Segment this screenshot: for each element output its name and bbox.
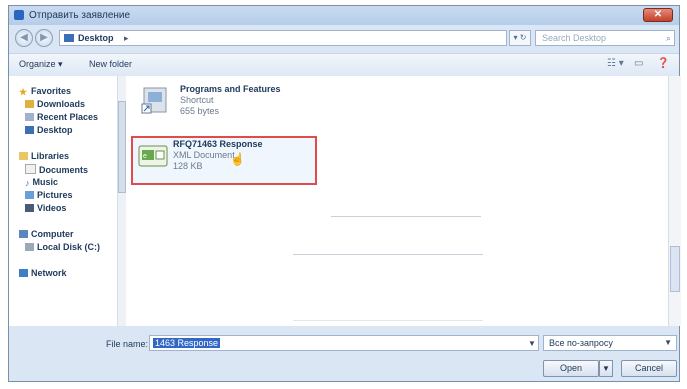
- pictures-icon: [25, 191, 34, 199]
- file-name: RFQ71463 Response: [173, 139, 263, 149]
- refresh-button[interactable]: ▾ ↻: [509, 30, 531, 46]
- file-list: Programs and Features Shortcut 655 bytes: [126, 76, 668, 326]
- svg-text:e: e: [143, 153, 147, 160]
- help-icon[interactable]: ❓: [657, 58, 669, 69]
- computer-icon: [19, 230, 28, 238]
- mouse-cursor-icon: ☝: [230, 152, 245, 166]
- xml-document-icon: e: [138, 145, 168, 167]
- view-options-icon[interactable]: ☷ ▾: [607, 58, 624, 69]
- open-button[interactable]: Open: [543, 360, 599, 377]
- music-icon: ♪: [25, 178, 30, 188]
- file-size: 128 KB: [173, 161, 203, 171]
- file-type: XML Document: [173, 150, 235, 160]
- file-name-label: File name:: [106, 339, 149, 349]
- disk-icon: [25, 243, 34, 251]
- new-folder-button[interactable]: New folder: [89, 59, 132, 69]
- file-list-scrollbar-thumb[interactable]: [670, 246, 680, 292]
- address-location[interactable]: Desktop: [78, 33, 114, 43]
- sidebar-item-local-disk[interactable]: Local Disk (C:): [25, 242, 100, 252]
- open-file-dialog: Отправить заявление ✕ ◀ ▶ Desktop ▸ ▾ ↻ …: [8, 5, 681, 382]
- sidebar-item-downloads[interactable]: Downloads: [25, 99, 85, 109]
- forward-button[interactable]: ▶: [35, 29, 53, 47]
- sidebar-item-recent-places[interactable]: Recent Places: [25, 112, 98, 122]
- file-name: Programs and Features: [180, 84, 281, 94]
- file-type-value: Все по-запросу: [549, 338, 613, 348]
- navigation-pane: ★ Favorites Downloads Recent Places Deskt…: [9, 76, 117, 326]
- file-size: 655 bytes: [180, 106, 220, 116]
- address-row: ◀ ▶ Desktop ▸ ▾ ↻ Search Desktop ⌕: [9, 27, 679, 51]
- search-placeholder: Search Desktop: [542, 33, 607, 43]
- sidebar-item-computer[interactable]: Computer: [19, 229, 74, 239]
- command-bar: Organize ▾ New folder ☷ ▾ ▭ ❓: [9, 53, 679, 77]
- file-type: Shortcut: [180, 95, 214, 105]
- file-item-programs-and-features[interactable]: Programs and Features Shortcut 655 bytes: [140, 84, 320, 120]
- open-options-button[interactable]: ▼: [599, 360, 613, 377]
- sidebar-item-network[interactable]: Network: [19, 268, 67, 278]
- sidebar-item-pictures[interactable]: Pictures: [25, 190, 73, 200]
- download-icon: [25, 100, 34, 108]
- search-input[interactable]: Search Desktop ⌕: [535, 30, 675, 46]
- file-name-input[interactable]: 1463 Response: [149, 335, 539, 351]
- star-icon: ★: [19, 87, 28, 97]
- file-name-panel: File name: 1463 Response ▼ Все по-запрос…: [9, 328, 679, 381]
- close-button[interactable]: ✕: [643, 8, 673, 22]
- chevron-down-icon: ▼: [664, 338, 672, 347]
- sidebar-item-libraries[interactable]: Libraries: [19, 151, 69, 161]
- sidebar-item-favorites[interactable]: ★ Favorites: [19, 86, 71, 97]
- back-button[interactable]: ◀: [15, 29, 33, 47]
- title-bar: Отправить заявление ✕: [9, 6, 679, 25]
- window-title: Отправить заявление: [29, 10, 131, 21]
- organize-button[interactable]: Organize ▾: [19, 59, 63, 70]
- file-item-rfq-response[interactable]: e RFQ71463 Response XML Document 128 KB: [131, 136, 317, 185]
- file-name-value[interactable]: 1463 Response: [153, 338, 221, 348]
- navigation-scrollbar-thumb[interactable]: [118, 101, 126, 193]
- videos-icon: [25, 204, 34, 212]
- preview-pane-icon[interactable]: ▭: [634, 58, 643, 69]
- address-bar[interactable]: Desktop ▸: [59, 30, 507, 46]
- sidebar-item-desktop[interactable]: Desktop: [25, 125, 73, 135]
- divider: [331, 216, 481, 217]
- divider: [293, 320, 483, 321]
- desktop-icon: [25, 126, 34, 134]
- network-icon: [19, 269, 28, 277]
- sidebar-item-videos[interactable]: Videos: [25, 203, 66, 213]
- breadcrumb-chevron-icon[interactable]: ▸: [124, 33, 129, 44]
- search-icon: ⌕: [665, 33, 671, 43]
- desktop-icon: [64, 34, 74, 42]
- app-icon: [14, 10, 24, 20]
- sidebar-item-documents[interactable]: Documents: [25, 164, 88, 175]
- file-type-select[interactable]: Все по-запросу ▼: [543, 335, 677, 351]
- sidebar-item-music[interactable]: ♪ Music: [25, 177, 58, 188]
- recent-places-icon: [25, 113, 34, 121]
- documents-icon: [25, 164, 36, 174]
- shortcut-icon: [141, 87, 167, 114]
- cancel-button[interactable]: Cancel: [621, 360, 677, 377]
- file-name-dropdown-icon[interactable]: ▼: [528, 339, 536, 348]
- library-icon: [19, 152, 28, 160]
- divider: [293, 254, 483, 255]
